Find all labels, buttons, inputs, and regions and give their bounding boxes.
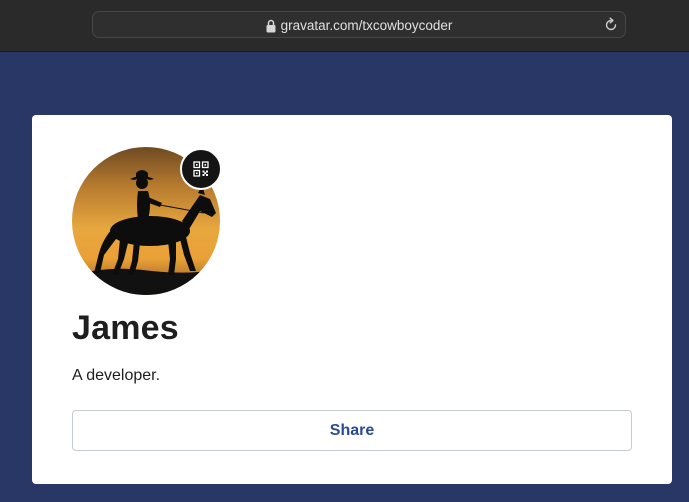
lock-icon [266,19,276,32]
address-bar-content: gravatar.com/txcowboycoder [93,12,625,39]
profile-card: James A developer. Share [32,115,672,484]
address-bar[interactable]: gravatar.com/txcowboycoder [92,11,626,38]
qr-code-button[interactable] [180,148,222,190]
profile-bio: A developer. [72,367,161,384]
url-text[interactable]: gravatar.com/txcowboycoder [281,18,453,33]
reload-icon[interactable] [603,17,619,33]
profile-name: James [72,309,179,347]
browser-toolbar: gravatar.com/txcowboycoder [0,0,689,52]
share-button[interactable]: Share [72,410,632,451]
qr-code-icon [193,161,209,177]
